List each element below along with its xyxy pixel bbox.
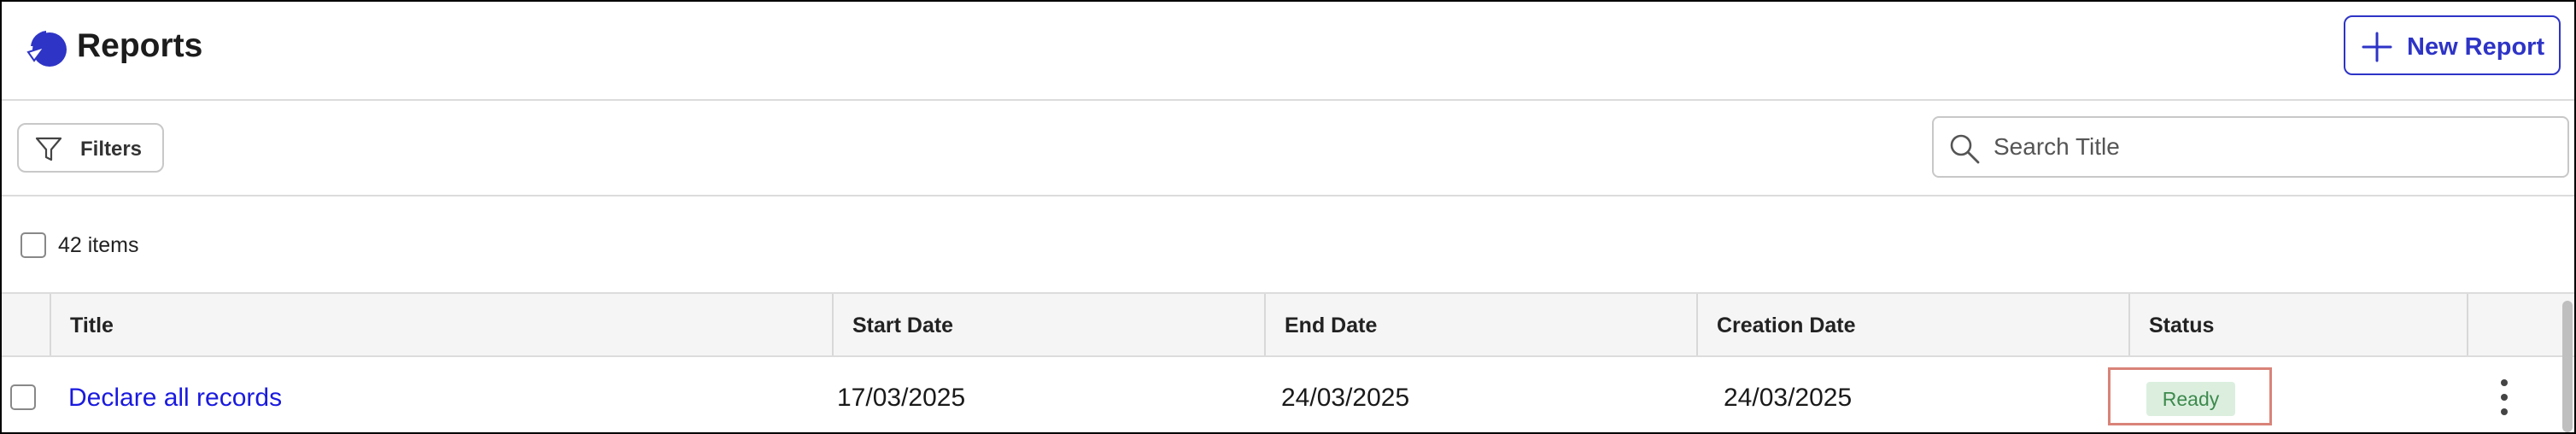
filters-label: Filters (80, 138, 143, 161)
status-badge: Ready (2146, 382, 2235, 416)
column-header-label: End Date (1285, 314, 1378, 337)
column-header-label: Start Date (852, 314, 954, 337)
column-header-label: Creation Date (1717, 314, 1856, 337)
end-date-cell: 24/03/2025 (1281, 384, 1410, 412)
column-header-label: Status (2149, 314, 2215, 337)
new-report-button[interactable]: New Report (2344, 15, 2561, 75)
column-header-status[interactable]: Status (2128, 294, 2467, 355)
table-row: Declare all records 17/03/2025 24/03/202… (2, 357, 2574, 432)
vertical-scrollbar[interactable] (2562, 301, 2573, 432)
creation-date-cell: 24/03/2025 (1724, 384, 1853, 412)
column-header-title[interactable]: Title (50, 294, 832, 355)
start-date-cell: 17/03/2025 (837, 384, 966, 412)
item-count: 42 items (58, 233, 139, 257)
funnel-icon (35, 137, 62, 161)
select-all-checkbox[interactable] (20, 232, 46, 258)
selection-bar: 42 items (2, 196, 2574, 294)
magnifier-icon (1950, 134, 1980, 164)
plus-icon (2362, 32, 2392, 62)
column-header-end-date[interactable]: End Date (1264, 294, 1696, 355)
table-header: Title Start Date End Date Creation Date … (2, 294, 2574, 357)
pie-chart-icon (26, 31, 67, 67)
report-title-link[interactable]: Declare all records (68, 383, 282, 413)
new-report-label: New Report (2407, 33, 2545, 61)
page-title: Reports (77, 27, 203, 64)
reports-page: Reports New Report Filters 42 items (0, 0, 2576, 434)
column-header-label: Title (70, 314, 114, 337)
row-checkbox[interactable] (10, 384, 36, 410)
column-header-actions (2467, 294, 2574, 355)
search-box (1932, 116, 2569, 178)
filter-bar: Filters (2, 101, 2574, 196)
page-header: Reports New Report (2, 2, 2574, 101)
filters-button[interactable]: Filters (17, 123, 164, 173)
column-header-start-date[interactable]: Start Date (832, 294, 1264, 355)
search-input[interactable] (1993, 126, 2540, 167)
status-highlight: Ready (2108, 367, 2272, 425)
more-actions-icon[interactable] (2489, 376, 2520, 419)
column-header-creation-date[interactable]: Creation Date (1696, 294, 2128, 355)
